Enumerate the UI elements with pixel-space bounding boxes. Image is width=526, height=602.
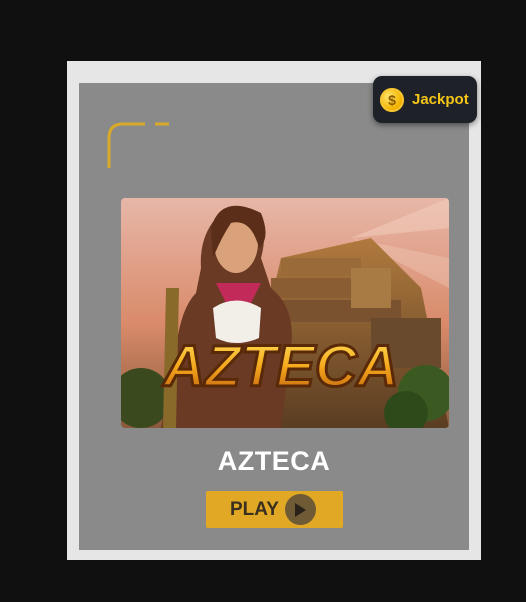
- game-logo-text: AZTECA: [161, 334, 398, 399]
- jackpot-badge[interactable]: $ Jackpot: [373, 76, 477, 123]
- page-background: AZTECA AZTECA PLAY $ Jackpot: [0, 0, 526, 602]
- play-button[interactable]: PLAY: [206, 491, 343, 528]
- game-thumbnail[interactable]: AZTECA: [121, 198, 449, 428]
- game-artwork: AZTECA: [121, 198, 449, 428]
- corner-decoration: [107, 122, 169, 168]
- jackpot-label: Jackpot: [412, 91, 469, 108]
- dollar-coin-icon: $: [380, 87, 404, 112]
- game-card-frame: AZTECA AZTECA PLAY: [67, 61, 481, 560]
- play-button-label: PLAY: [230, 498, 279, 520]
- game-title: AZTECA: [217, 446, 331, 476]
- game-card[interactable]: AZTECA AZTECA PLAY: [79, 83, 469, 550]
- play-triangle-icon: [284, 494, 316, 525]
